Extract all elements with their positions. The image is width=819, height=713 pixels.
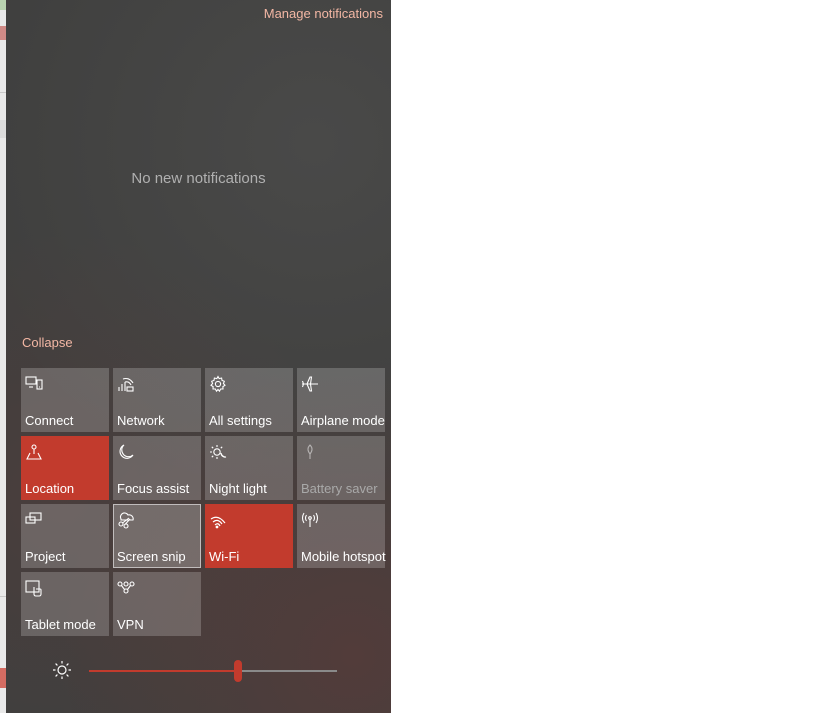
wifi-icon xyxy=(210,516,226,529)
tile-tablet-mode[interactable]: Tablet mode xyxy=(21,572,109,636)
tile-location[interactable]: Location xyxy=(21,436,109,500)
tile-project[interactable]: Project xyxy=(21,504,109,568)
sun-icon xyxy=(53,661,71,679)
action-center-panel: Manage notifications No new notification… xyxy=(6,0,391,713)
no-notifications-message: No new notifications xyxy=(131,170,266,187)
tile-all-settings[interactable]: All settings xyxy=(205,368,293,432)
tile-label: VPN xyxy=(117,617,144,632)
tile-label: Location xyxy=(25,481,75,496)
project-icon xyxy=(25,512,42,524)
quick-actions-grid: Connect Network All settings Airplane mo… xyxy=(21,368,386,636)
tile-network[interactable]: Network xyxy=(113,368,201,432)
collapse-link[interactable]: Collapse xyxy=(22,335,73,350)
moon-icon xyxy=(119,444,134,459)
tile-vpn[interactable]: VPN xyxy=(113,572,201,636)
tile-label: Mobile hotspot xyxy=(301,549,386,564)
brightness-control xyxy=(6,650,391,692)
tile-label: Night light xyxy=(209,481,267,496)
night-light-icon xyxy=(210,445,227,459)
brightness-slider[interactable] xyxy=(89,660,337,682)
tile-label: Tablet mode xyxy=(25,617,96,632)
tile-battery-saver[interactable]: Battery saver xyxy=(297,436,385,500)
tile-label: Wi-Fi xyxy=(209,549,240,564)
tablet-mode-icon xyxy=(25,580,42,597)
tile-label: Battery saver xyxy=(301,481,378,496)
brightness-slider-thumb[interactable] xyxy=(233,660,242,682)
manage-notifications-link[interactable]: Manage notifications xyxy=(264,6,383,21)
location-icon xyxy=(26,444,42,460)
tile-mobile-hotspot[interactable]: Mobile hotspot xyxy=(297,504,386,568)
battery-saver-icon xyxy=(307,444,313,459)
tile-airplane-mode[interactable]: Airplane mode xyxy=(297,368,385,432)
tile-wifi[interactable]: Wi-Fi xyxy=(205,504,293,568)
tile-label: Network xyxy=(117,413,165,428)
tile-connect[interactable]: Connect xyxy=(21,368,109,432)
tile-night-light[interactable]: Night light xyxy=(205,436,293,500)
tile-label: Connect xyxy=(25,413,74,428)
airplane-icon xyxy=(301,376,318,392)
tile-focus-assist[interactable]: Focus assist xyxy=(113,436,201,500)
hotspot-icon xyxy=(301,512,319,527)
tile-screen-snip[interactable]: Screen snip xyxy=(113,504,201,568)
screen-snip-icon xyxy=(118,512,134,529)
gear-icon xyxy=(210,375,226,393)
vpn-icon xyxy=(117,581,135,594)
tile-label: All settings xyxy=(209,413,272,428)
tile-label: Project xyxy=(25,549,66,564)
tile-label: Screen snip xyxy=(117,549,186,564)
tile-label: Airplane mode xyxy=(301,413,385,428)
network-icon xyxy=(118,377,134,392)
connect-icon xyxy=(25,376,43,390)
brightness-slider-fill xyxy=(89,670,238,672)
tile-label: Focus assist xyxy=(117,481,190,496)
